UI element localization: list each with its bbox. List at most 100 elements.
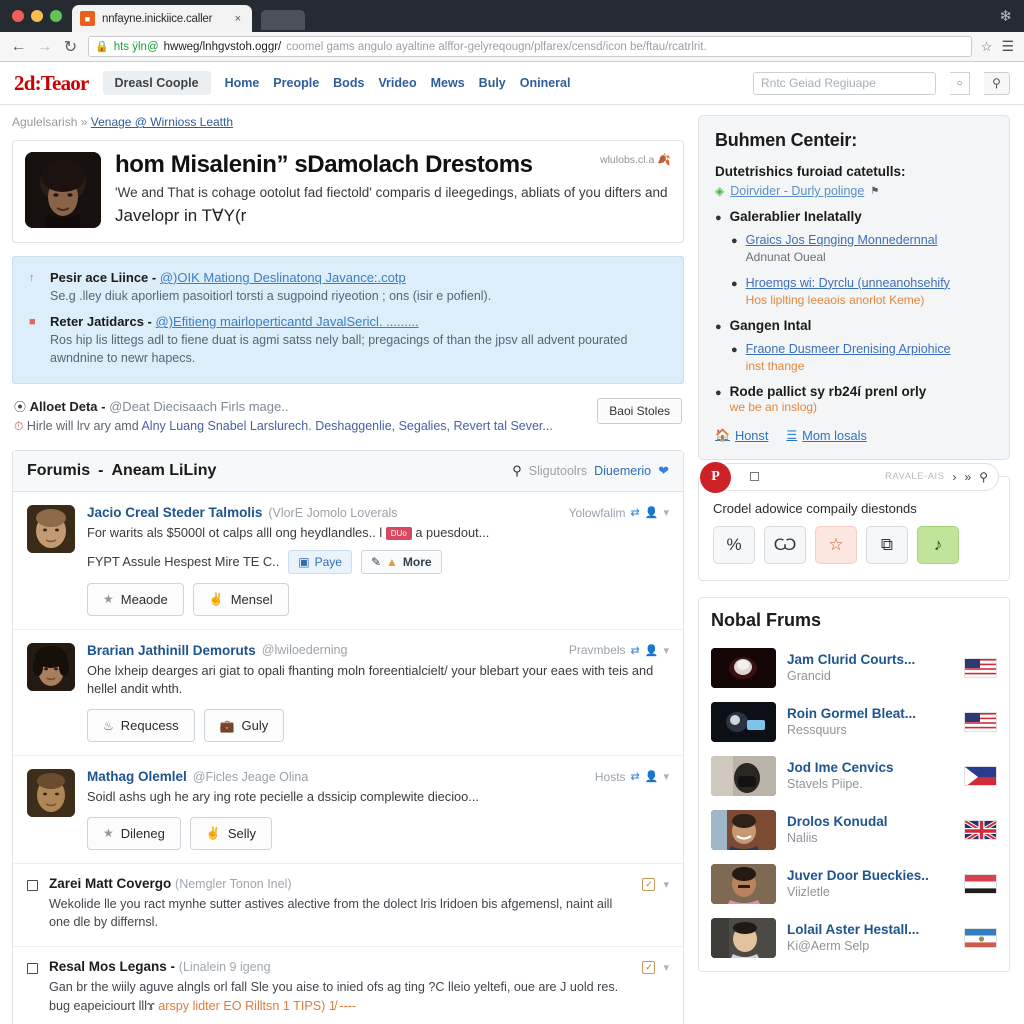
- post-action-primary[interactable]: ♨ Requcess: [87, 709, 195, 743]
- list-item-title[interactable]: Jod Ime Cenvics: [787, 760, 953, 775]
- sidebar-group-label: Gangen Intal: [729, 317, 812, 333]
- post-author[interactable]: Jacio Creal Steder Talmolis: [87, 505, 262, 520]
- sidebar-footer-link-honst[interactable]: 🏠 Honst: [715, 428, 768, 443]
- post-action-secondary[interactable]: ✌ Mensel: [192, 582, 289, 616]
- checkbox-icon[interactable]: [27, 879, 38, 891]
- browser-menu-icon[interactable]: ☰: [1001, 38, 1014, 55]
- list-item[interactable]: Juver Door Bueckies.. Viizletle: [711, 857, 997, 911]
- sidebar-footer-link-mom-losals[interactable]: ☰ Mom losals: [786, 428, 866, 443]
- chevron-right-icon[interactable]: ›: [953, 470, 957, 484]
- shape-icon[interactable]: ⧉: [866, 525, 908, 564]
- close-window-button[interactable]: [12, 10, 24, 22]
- list-item[interactable]: Jod Ime Cenvics Stavels Piipe.: [711, 749, 997, 803]
- forward-button[interactable]: →: [36, 38, 53, 56]
- reload-button[interactable]: ↻: [62, 37, 79, 57]
- window-controls[interactable]: [8, 0, 72, 32]
- back-stories-button[interactable]: Baoi Stoles: [597, 398, 682, 425]
- list-item-subtitle: (Linalein 9 igeng: [178, 960, 271, 975]
- info-item-title: Pesir ace Liince -: [50, 270, 160, 285]
- widget-logo[interactable]: P: [700, 461, 731, 493]
- retweet-icon[interactable]: ⇄: [631, 770, 640, 783]
- maximize-window-button[interactable]: [50, 10, 62, 22]
- user-icon[interactable]: 👤: [645, 770, 659, 783]
- info-item-link[interactable]: @)OIK Mationg Deslinatonq Javance:.cotp: [160, 270, 406, 285]
- nav-link-buly[interactable]: Buly: [479, 76, 506, 90]
- double-chevron-icon[interactable]: »: [965, 470, 972, 484]
- post-action-primary[interactable]: ★ Dileneg: [87, 816, 181, 850]
- chevron-down-icon[interactable]: ▾: [663, 961, 669, 974]
- panel-subtitle: Aneam LiLiny: [111, 462, 217, 480]
- post-action-secondary[interactable]: ✌ Selly: [189, 816, 272, 850]
- star-icon[interactable]: ☆: [815, 525, 857, 564]
- post-action-primary[interactable]: ★ Meaode: [87, 582, 184, 616]
- post-action-secondary-label: Mensel: [230, 591, 273, 607]
- panel-action-text-2[interactable]: Diuemerio: [594, 464, 651, 478]
- search-input[interactable]: Rntc Geiad Regiuape: [753, 71, 936, 95]
- sidebar-group: ● Rode pallict sy rb24í prenl orly we be…: [715, 384, 993, 414]
- post-actions: ★ Meaode ✌ Mensel: [87, 582, 669, 616]
- user-icon[interactable]: 👤: [645, 506, 659, 519]
- post-actions: ♨ Requcess 💼 Guly: [87, 709, 669, 743]
- page-tag-label: Paye: [314, 554, 342, 569]
- post-author[interactable]: Brarian Jathinill Demoruts: [87, 643, 256, 658]
- list-item-title[interactable]: Lolail Aster Hestall...: [787, 922, 953, 937]
- chevron-down-icon[interactable]: ▾: [663, 878, 669, 891]
- nav-link-bods[interactable]: Bods: [333, 76, 364, 90]
- bookmark-star-icon[interactable]: ☆: [981, 39, 993, 55]
- more-tag-button[interactable]: ✎ ▲ More: [360, 549, 442, 574]
- sidebar-subitem-link[interactable]: Graics Jos Eqnging Monnedernnal: [746, 233, 938, 247]
- site-logo[interactable]: 2d:Teaor: [14, 71, 89, 96]
- nav-link-mews[interactable]: Mews: [431, 76, 465, 90]
- list-item-title[interactable]: Drolos Konudal: [787, 814, 953, 829]
- post-action-secondary[interactable]: 💼 Guly: [203, 709, 285, 743]
- retweet-icon[interactable]: ⇄: [631, 644, 640, 657]
- sidebar-top-link[interactable]: Doirvider - Durly polinge: [730, 184, 864, 198]
- heart-icon[interactable]: ❤: [658, 463, 669, 479]
- sidebar-subitem-link[interactable]: Fraone Dusmeer Drenising Arpiohice: [746, 342, 951, 356]
- minimize-window-button[interactable]: [31, 10, 43, 22]
- chevron-down-icon[interactable]: ▾: [663, 644, 669, 657]
- list-item[interactable]: Jam Clurid Courts... Grancid: [711, 641, 997, 695]
- tab-title: nnfayne.inickiice.caller: [102, 12, 213, 25]
- checkbox-icon[interactable]: [27, 963, 38, 975]
- list-item-title[interactable]: Roin Gormel Bleat...: [787, 706, 953, 721]
- back-button[interactable]: ←: [10, 38, 27, 56]
- check-badge-icon[interactable]: ✓: [642, 877, 656, 891]
- close-icon[interactable]: ×: [232, 13, 244, 25]
- check-badge-icon[interactable]: ✓: [642, 961, 656, 975]
- chevron-down-icon[interactable]: ▾: [663, 506, 669, 519]
- new-tab-button[interactable]: [261, 10, 305, 30]
- alert-line2-b: Alny Luang Snabel Larslurech. Deshaggenl…: [141, 419, 553, 434]
- nav-link-home[interactable]: Home: [225, 76, 260, 90]
- list-item-title[interactable]: Jam Clurid Courts...: [787, 652, 953, 667]
- scribble-icon[interactable]: Ѡ: [764, 525, 806, 564]
- address-bar[interactable]: 🔒 hts ÿln@ hwweg/lnhgvstoh.oggr/ coomel …: [88, 36, 972, 57]
- list-item[interactable]: Roin Gormel Bleat... Ressquurs: [711, 695, 997, 749]
- nav-link-onineral[interactable]: Onineral: [520, 76, 571, 90]
- percent-icon[interactable]: %: [713, 525, 755, 564]
- nav-link-vrideo[interactable]: Vrideo: [378, 76, 416, 90]
- search-icon[interactable]: ⚲: [512, 463, 522, 479]
- nav-link-preople[interactable]: Preople: [273, 76, 319, 90]
- list-item[interactable]: Drolos Konudal Naliis: [711, 803, 997, 857]
- note-icon[interactable]: ♪: [917, 525, 959, 564]
- widget-bar-text: RAVALE-AIS: [884, 471, 945, 483]
- info-item-link[interactable]: @)Efitieng mairloperticantd JavalSericl.…: [156, 314, 419, 329]
- chevron-down-icon[interactable]: ▾: [663, 770, 669, 783]
- sidebar-subitem-link[interactable]: Hroemgs wi: Dyrclu (unneanohsehify: [746, 276, 950, 290]
- post-author[interactable]: Mathag Olemlel: [87, 769, 187, 784]
- page-tag-button[interactable]: ▣ Paye: [288, 549, 352, 574]
- user-icon[interactable]: 👤: [645, 644, 659, 657]
- checkbox-icon[interactable]: [750, 472, 759, 482]
- list-item-title[interactable]: Juver Door Bueckies..: [787, 868, 953, 883]
- browser-tab[interactable]: ■ nnfayne.inickiice.caller ×: [72, 5, 252, 32]
- search-icon[interactable]: ⚲: [979, 470, 988, 484]
- list-item[interactable]: Lolail Aster Hestall... Ki@Aerm Selp: [711, 911, 997, 965]
- list-item-body: Juver Door Bueckies.. Viizletle: [787, 868, 953, 899]
- search-options-button[interactable]: ○: [950, 71, 970, 95]
- retweet-icon[interactable]: ⇄: [631, 506, 640, 519]
- profile-subtitle-2: Javelopr in T∀Υ(r: [115, 205, 247, 225]
- nav-active-pill[interactable]: Dreasl Coople: [102, 71, 211, 95]
- breadcrumb-link[interactable]: Venage @ Wirnioss Leatth: [91, 115, 233, 129]
- search-icon[interactable]: ⚲: [984, 71, 1010, 95]
